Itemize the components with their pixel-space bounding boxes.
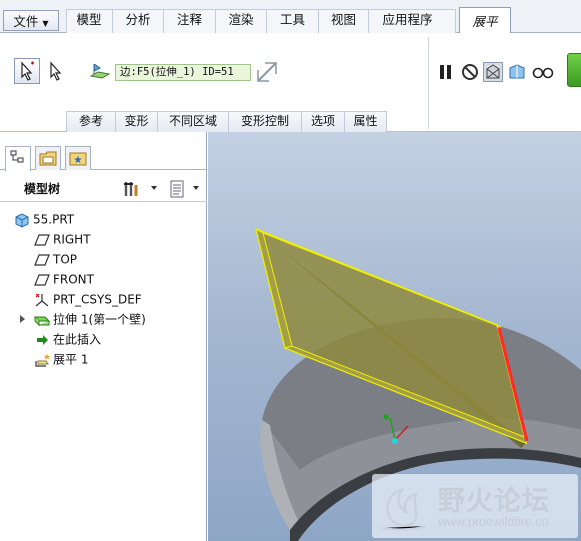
ribbon-tab-bar: 文件 ▼ 模型 分析 注释 渲染 工具 视图 应用程序 展平 [0,0,581,34]
part-icon [15,212,29,228]
subtab-deform[interactable]: 变形 [115,112,157,132]
folder-browser-tab[interactable] [35,146,61,170]
tree-item-label: 展平 1 [53,352,89,367]
ribbon-subtabs: 参考 变形 不同区域 变形控制 选项 属性 [66,111,387,132]
fixed-edge-icon [88,60,112,84]
subtab-options-label: 选项 [310,114,335,128]
chevron-down-icon: ▼ [42,19,49,28]
favorites-tab[interactable] [65,146,91,170]
file-menu-button[interactable]: 文件 ▼ [3,10,59,31]
extrude-wall-icon [34,316,50,326]
tree-item-insert-here[interactable]: 在此插入 [34,329,101,349]
subtab-distinct-areas-label: 不同区域 [168,114,217,128]
watermark-logo-icon [381,488,427,531]
tab-annotate[interactable]: 注释 [164,9,216,33]
subtab-references[interactable]: 参考 [66,112,115,132]
subtab-deform-label: 变形 [124,114,149,128]
tab-flatten[interactable]: 展平 [459,7,511,34]
tree-item-label: FRONT [53,272,94,287]
tab-view[interactable]: 视图 [319,9,369,33]
datum-plane-icon [34,253,50,266]
tree-item-top[interactable]: TOP [34,249,77,269]
tree-item-csys[interactable]: PRT_CSYS_DEF [34,289,142,309]
watermark-title: 野火论坛 [438,486,550,517]
tab-render-label: 渲染 [228,12,254,27]
tree-settings-icon[interactable] [122,179,142,199]
navigator-panel: 模型树 55.PRT RIGHT TOP FRONT PRT_CSYS_DEF … [0,132,207,541]
tab-model[interactable]: 模型 [66,9,113,33]
tab-analysis[interactable]: 分析 [113,9,164,33]
subtab-properties-label: 属性 [353,114,378,128]
model-tree-header: 模型树 [0,174,207,202]
tab-annotate-label: 注释 [176,12,202,27]
pause-icon[interactable] [436,62,456,82]
navigator-tabs [0,140,207,171]
tab-model-label: 模型 [76,12,102,27]
model-tree-title: 模型树 [24,182,61,196]
file-menu-label: 文件 [13,14,39,29]
detached-preview-icon[interactable] [507,62,527,82]
model-tree-tab[interactable] [5,146,31,171]
subtab-properties[interactable]: 属性 [344,112,387,132]
select-mode-button[interactable] [14,58,40,84]
tab-applications-label: 应用程序 [382,12,433,27]
ribbon-separator [428,37,429,129]
subtab-deform-control[interactable]: 变形控制 [228,112,301,132]
flip-direction-icon[interactable] [254,59,280,85]
tree-item-extrude[interactable]: 拉伸 1(第一个壁) [34,309,146,329]
tree-item-label: 在此插入 [53,332,102,347]
tab-applications[interactable]: 应用程序 [369,9,446,33]
no-preview-icon[interactable] [460,62,480,82]
tab-analysis-label: 分析 [125,12,151,27]
tab-tools[interactable]: 工具 [267,9,319,33]
tab-tools-label: 工具 [279,12,305,27]
tab-view-label: 视图 [330,12,356,27]
fixed-edge-reference-field[interactable]: 边:F5(拉伸_1) ID=51 [115,64,251,81]
csys-icon [35,293,49,306]
tree-item-label: RIGHT [53,232,91,247]
favorites-icon [69,152,87,166]
subtab-options[interactable]: 选项 [301,112,344,132]
datum-plane-icon [34,273,50,286]
tree-item-label: 55.PRT [33,212,75,227]
flatten-icon [35,353,50,367]
folder-browser-icon [39,151,57,166]
datum-plane-icon [34,233,50,246]
subtab-deform-control-label: 变形控制 [240,114,289,128]
tree-item-label: PRT_CSYS_DEF [53,292,142,307]
apply-ok-button[interactable] [567,53,581,87]
tree-settings-caret-icon[interactable] [151,186,157,190]
tree-item-right[interactable]: RIGHT [34,229,91,249]
tab-render[interactable]: 渲染 [216,9,267,33]
pointer-arrow-icon [50,61,62,81]
subtab-distinct-areas[interactable]: 不同区域 [157,112,228,132]
model-tree-icon [10,150,24,163]
tab-flatten-label: 展平 [472,14,498,29]
expand-arrow-icon[interactable] [20,315,25,323]
tree-item-label: TOP [53,252,78,267]
insert-here-arrow-icon [37,334,48,345]
tree-item-part[interactable]: 55.PRT [14,209,74,229]
pointer-button[interactable] [44,58,68,84]
attached-preview-icon[interactable] [483,62,503,82]
show-menu-caret-icon[interactable] [193,186,199,190]
select-filter-icon [21,61,34,81]
show-menu-icon[interactable] [167,179,187,199]
watermark-url: www.proewildfire.cn [438,515,549,529]
tree-item-front[interactable]: FRONT [34,269,94,289]
verify-glasses-icon[interactable] [531,62,555,82]
tree-item-label: 拉伸 1(第一个壁) [53,312,146,327]
subtab-references-label: 参考 [78,114,103,128]
tree-item-flatten[interactable]: 展平 1 [34,349,88,369]
